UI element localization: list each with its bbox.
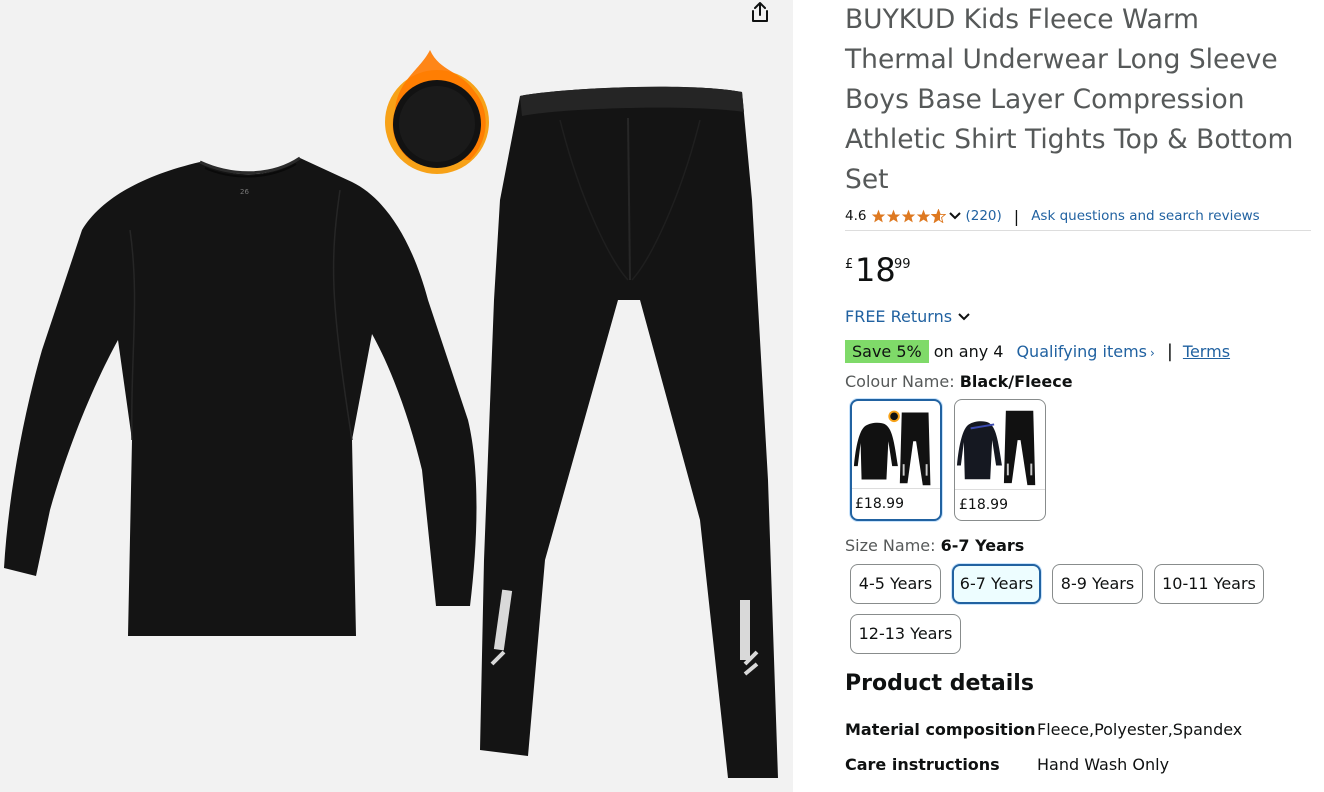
size-option-12-13-years[interactable]: 12-13 Years xyxy=(850,614,961,654)
price-whole: 18 xyxy=(855,251,896,289)
rating-chevron-down-icon[interactable] xyxy=(948,211,962,221)
detail-key: Care instructions xyxy=(845,755,1000,774)
colour-name-label: Colour Name: xyxy=(845,372,955,391)
rating-row: 4.6 (220) | Ask questions and search rev… xyxy=(845,206,1311,226)
colour-name-value: Black/Fleece xyxy=(959,372,1073,391)
size-option-10-11-years[interactable]: 10-11 Years xyxy=(1154,564,1264,604)
price-fraction: 99 xyxy=(894,257,911,272)
save-promotion: Save 5% on any 4 Qualifying items › | Ter… xyxy=(845,338,1230,364)
colour-swatch-black-blue[interactable]: £18.99 xyxy=(954,399,1046,521)
size-name-row: Size Name: 6-7 Years xyxy=(845,536,1024,555)
half-star-icon xyxy=(931,209,947,223)
rating-count-link[interactable]: (220) xyxy=(965,208,1001,224)
divider-line xyxy=(845,230,1311,231)
product-details-heading: Product details xyxy=(845,671,1034,696)
qualifying-items-label: Qualifying items xyxy=(1016,341,1148,361)
swatch-thumbnail xyxy=(956,410,1036,486)
chevron-right-icon: › xyxy=(1150,345,1155,360)
colour-swatch-black-fleece[interactable]: £18.99 xyxy=(850,399,942,521)
product-image: 26 xyxy=(4,50,778,778)
rating-value: 4.6 xyxy=(845,208,867,224)
size-option-6-7-years[interactable]: 6-7 Years xyxy=(952,564,1041,604)
swatch-thumbnail xyxy=(853,410,931,486)
divider: | xyxy=(1166,340,1173,362)
star-rating[interactable] xyxy=(871,209,947,223)
star-icon xyxy=(872,209,886,223)
swatch-price: £18.99 xyxy=(955,489,1045,520)
product-title: BUYKUD Kids Fleece Warm Thermal Underwea… xyxy=(845,4,1294,195)
colour-name-row: Colour Name: Black/Fleece xyxy=(845,372,1073,391)
qualifying-items-link[interactable]: Qualifying items › xyxy=(1016,342,1154,361)
star-icon xyxy=(887,209,901,223)
terms-link[interactable]: Terms xyxy=(1183,342,1230,361)
free-returns-label: FREE Returns xyxy=(845,307,953,326)
size-option-4-5-years[interactable]: 4-5 Years xyxy=(850,564,941,604)
star-icon xyxy=(902,209,916,223)
detail-key: Material composition xyxy=(845,720,1036,739)
price-symbol: £ xyxy=(845,257,854,272)
star-icon xyxy=(917,209,931,223)
swatch-price: £18.99 xyxy=(852,488,940,519)
size-name-label: Size Name: xyxy=(845,536,936,555)
share-icon xyxy=(752,2,768,22)
detail-row: Material composition Fleece,Polyester,Sp… xyxy=(845,720,1311,742)
ask-questions-link[interactable]: Ask questions and search reviews xyxy=(1031,208,1260,224)
save-badge: Save 5% xyxy=(845,339,929,363)
detail-value: Hand Wash Only xyxy=(1037,755,1170,774)
detail-row: Care instructions Hand Wash Only xyxy=(845,755,1311,777)
free-returns-link[interactable]: FREE Returns xyxy=(845,307,971,326)
product-image-pane[interactable]: 26 xyxy=(0,0,793,792)
size-option-8-9-years[interactable]: 8-9 Years xyxy=(1052,564,1143,604)
chevron-down-icon xyxy=(957,312,971,322)
detail-value: Fleece,Polyester,Spandex xyxy=(1037,720,1243,739)
share-button[interactable] xyxy=(744,0,776,26)
save-text: on any 4 xyxy=(933,341,1004,361)
svg-text:26: 26 xyxy=(240,188,249,196)
size-name-value: 6-7 Years xyxy=(940,536,1025,555)
divider: | xyxy=(1013,206,1020,226)
